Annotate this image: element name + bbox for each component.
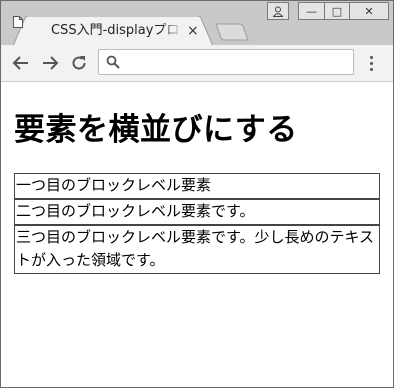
- tab-title-fade: [161, 20, 183, 42]
- block-element-2: 二つ目のブロックレベル要素です。: [14, 199, 380, 225]
- tab-close-button[interactable]: ×: [187, 22, 199, 40]
- browser-window: CSS入門-displayプロパティ × — □ ✕: [0, 0, 394, 388]
- forward-arrow-icon: [43, 56, 59, 70]
- user-button[interactable]: [267, 2, 289, 20]
- forward-button[interactable]: [40, 53, 60, 73]
- back-button[interactable]: [11, 53, 31, 73]
- address-bar[interactable]: [98, 49, 354, 75]
- address-input[interactable]: [125, 52, 349, 74]
- reload-button[interactable]: [69, 53, 89, 73]
- minimize-icon: —: [306, 4, 317, 18]
- maximize-icon: □: [331, 4, 343, 18]
- page-icon: [13, 16, 23, 28]
- minimize-button[interactable]: —: [298, 2, 325, 20]
- close-icon: ✕: [364, 4, 374, 18]
- block-element-3: 三つ目のブロックレベル要素です。少し長めのテキストが入った領域です。: [14, 225, 380, 274]
- title-bar: CSS入門-displayプロパティ × — □ ✕: [1, 1, 393, 46]
- toolbar: [1, 45, 393, 82]
- back-arrow-icon: [12, 56, 28, 70]
- user-icon: [273, 6, 283, 17]
- menu-dots-icon[interactable]: [363, 53, 379, 73]
- reload-icon: [72, 56, 86, 70]
- block-element-1: 一つ目のブロックレベル要素: [14, 173, 380, 199]
- maximize-button[interactable]: □: [324, 2, 350, 20]
- page-heading: 要素を横並びにする: [14, 112, 298, 148]
- search-icon: [106, 55, 120, 69]
- page-content: 要素を横並びにする 一つ目のブロックレベル要素 二つ目のブロックレベル要素です。…: [1, 82, 393, 387]
- new-tab-button[interactable]: [214, 23, 250, 41]
- close-window-button[interactable]: ✕: [349, 2, 389, 20]
- browser-tab[interactable]: CSS入門-displayプロパティ ×: [13, 16, 213, 46]
